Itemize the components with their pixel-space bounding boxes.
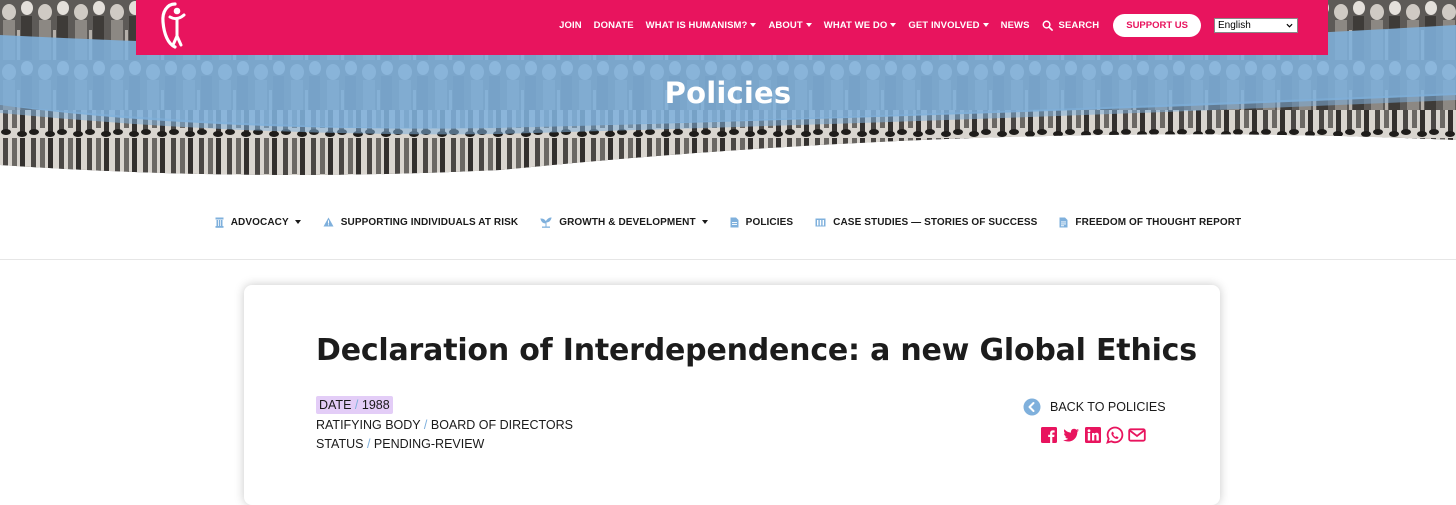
plant-icon — [540, 216, 552, 228]
chevron-down-icon — [701, 220, 708, 224]
nav-what-is-humanism[interactable]: WHAT IS HUMANISM? — [646, 20, 757, 31]
subnav-freedom-of-thought-report[interactable]: FREEDOM OF THOUGHT REPORT — [1059, 217, 1241, 228]
facebook-icon[interactable] — [1040, 426, 1058, 444]
meta-separator: / — [423, 417, 428, 432]
subnav-advocacy[interactable]: ADVOCACY — [215, 217, 301, 228]
nav-what-is-humanism-label: WHAT IS HUMANISM? — [645, 19, 748, 31]
chevron-down-icon — [982, 23, 989, 27]
meta-date: DATE / 1988 — [316, 396, 573, 416]
main-nav: JOIN DONATE WHAT IS HUMANISM? ABOUT WHAT… — [547, 12, 1298, 38]
subnav-case-studies[interactable]: CASE STUDIES — STORIES OF SUCCESS — [815, 217, 1037, 228]
nav-get-involved[interactable]: GET INVOLVED — [908, 19, 989, 31]
whatsapp-icon[interactable] — [1106, 426, 1124, 444]
meta-date-highlight: DATE / 1988 — [316, 396, 393, 414]
nav-search-label: SEARCH — [1058, 19, 1100, 31]
meta-body-label: RATIFYING BODY — [316, 417, 421, 432]
language-select-value: English — [1218, 19, 1251, 31]
document-icon — [730, 217, 739, 227]
meta-body-value: BOARD OF DIRECTORS — [430, 417, 574, 432]
meta-ratifying-body: RATIFYING BODY / BOARD OF DIRECTORS — [316, 416, 573, 436]
subnav-policies-label: POLICIES — [745, 216, 794, 228]
subnav-growth-development-label: GROWTH & DEVELOPMENT — [559, 216, 696, 228]
meta-separator: / — [354, 398, 359, 412]
report-icon — [1059, 217, 1068, 227]
chevron-down-icon — [750, 23, 757, 27]
back-to-policies-link[interactable]: BACK TO POLICIES — [1023, 398, 1166, 416]
chevron-down-icon — [890, 23, 897, 27]
top-navigation-bar: JOIN DONATE WHAT IS HUMANISM? ABOUT WHAT… — [136, 0, 1328, 55]
back-arrow-icon — [1023, 398, 1041, 416]
subnav-supporting-individuals-label: SUPPORTING INDIVIDUALS AT RISK — [340, 216, 519, 228]
policy-meta: DATE / 1988 RATIFYING BODY / BOARD OF DI… — [316, 396, 573, 455]
subnav-case-studies-label: CASE STUDIES — STORIES OF SUCCESS — [833, 216, 1038, 228]
chevron-down-icon — [805, 23, 812, 27]
nav-search[interactable]: SEARCH — [1042, 20, 1100, 31]
linkedin-icon[interactable] — [1084, 426, 1102, 444]
nav-donate[interactable]: DONATE — [594, 20, 634, 31]
meta-separator: / — [366, 437, 371, 451]
meta-date-value: 1988 — [361, 398, 390, 412]
building-icon — [815, 218, 826, 227]
subnav-divider — [0, 259, 1456, 260]
search-icon — [1042, 20, 1053, 31]
meta-status-value: PENDING-REVIEW — [373, 437, 485, 451]
subnav-growth-development[interactable]: GROWTH & DEVELOPMENT — [540, 216, 708, 228]
nav-get-involved-label: GET INVOLVED — [908, 19, 980, 31]
subnav-supporting-individuals[interactable]: SUPPORTING INDIVIDUALS AT RISK — [323, 217, 518, 228]
section-subnav: ADVOCACY SUPPORTING INDIVIDUALS AT RISK … — [0, 210, 1456, 234]
nav-news[interactable]: NEWS — [1001, 20, 1030, 31]
nav-donate-label: DONATE — [593, 19, 634, 31]
policy-title: Declaration of Interdependence: a new Gl… — [316, 333, 1197, 368]
subnav-freedom-of-thought-report-label: FREEDOM OF THOUGHT REPORT — [1075, 216, 1242, 228]
nav-about[interactable]: ABOUT — [768, 19, 812, 31]
subnav-advocacy-label: ADVOCACY — [230, 216, 289, 228]
pillar-icon — [215, 217, 224, 228]
nav-about-label: ABOUT — [768, 19, 803, 31]
humanists-logo-icon[interactable] — [158, 0, 192, 50]
support-us-button[interactable]: SUPPORT US — [1113, 13, 1201, 37]
language-select[interactable]: English — [1214, 17, 1298, 33]
back-to-policies-label: BACK TO POLICIES — [1050, 400, 1166, 414]
chevron-down-icon — [1286, 23, 1293, 28]
meta-status: STATUS / PENDING-REVIEW — [316, 435, 573, 455]
nav-what-we-do[interactable]: WHAT WE DO — [824, 20, 897, 31]
warning-icon — [323, 217, 334, 227]
twitter-icon[interactable] — [1062, 426, 1080, 444]
nav-join[interactable]: JOIN — [559, 20, 582, 31]
share-icons — [1040, 426, 1146, 444]
nav-news-label: NEWS — [1000, 19, 1030, 31]
chevron-down-icon — [294, 220, 301, 224]
email-icon[interactable] — [1128, 426, 1146, 444]
nav-join-label: JOIN — [559, 19, 582, 31]
page-hero-title: Policies — [664, 76, 792, 110]
nav-what-we-do-label: WHAT WE DO — [823, 19, 888, 31]
meta-date-label: DATE — [319, 398, 352, 412]
subnav-policies[interactable]: POLICIES — [730, 217, 793, 228]
policy-card: Declaration of Interdependence: a new Gl… — [244, 285, 1220, 505]
meta-status-label: STATUS — [316, 437, 364, 451]
